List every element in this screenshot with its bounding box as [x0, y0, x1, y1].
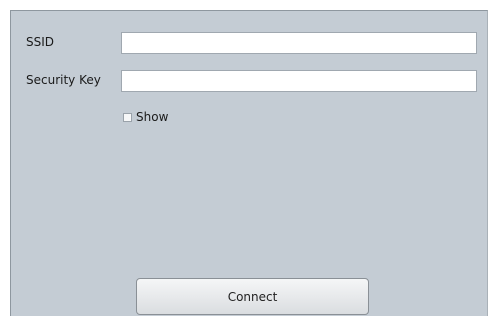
show-key-toggle[interactable]: Show [123, 110, 168, 124]
connect-button[interactable]: Connect [136, 278, 369, 315]
show-key-label[interactable]: Show [136, 110, 168, 124]
ssid-input[interactable] [121, 32, 477, 54]
show-key-checkbox[interactable] [123, 112, 132, 122]
connect-button-label: Connect [227, 289, 278, 304]
wifi-connect-dialog: SSID Security Key Show Connect [10, 10, 488, 316]
ssid-label: SSID [26, 35, 55, 49]
security-key-label: Security Key [26, 73, 101, 87]
security-key-input[interactable] [121, 70, 477, 92]
